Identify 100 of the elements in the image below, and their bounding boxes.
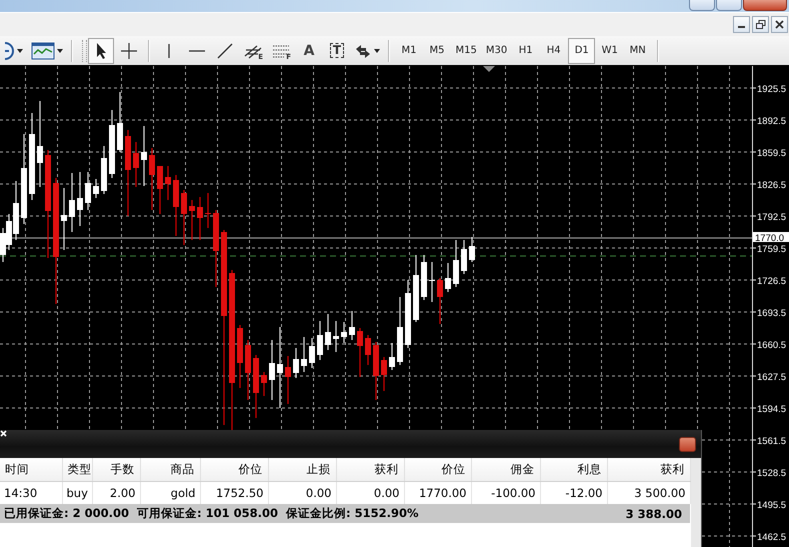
candlestick xyxy=(117,92,123,152)
candlestick xyxy=(437,278,443,324)
candlestick xyxy=(69,172,75,232)
column-header[interactable]: 时间 xyxy=(0,458,62,482)
candlestick xyxy=(445,262,451,292)
candlestick xyxy=(317,320,323,360)
column-header[interactable]: 手数 xyxy=(92,458,140,482)
current-price-label: 1770.0 xyxy=(755,233,784,244)
candlestick xyxy=(261,372,267,396)
column-header[interactable]: 获利 xyxy=(607,458,690,482)
candlestick xyxy=(133,142,139,188)
zoom-icon xyxy=(5,42,15,60)
candlestick xyxy=(309,338,315,368)
candlestick xyxy=(285,356,291,404)
candlestick xyxy=(357,328,363,378)
price-label: 1495.5 xyxy=(757,500,786,511)
restore-icon xyxy=(756,20,766,29)
column-header[interactable]: 获利 xyxy=(336,458,404,482)
close-icon xyxy=(0,430,7,437)
column-header[interactable]: 商品 xyxy=(140,458,200,482)
cursor-icon xyxy=(95,42,107,60)
candlestick xyxy=(245,340,251,400)
candlestick xyxy=(405,280,411,348)
column-header[interactable]: 利息 xyxy=(540,458,607,482)
candlestick xyxy=(181,190,187,246)
candlestick xyxy=(205,192,211,228)
timeframe-button[interactable]: MN xyxy=(624,38,652,64)
vertical-line-icon xyxy=(167,42,171,58)
price-label: 1759.5 xyxy=(757,244,786,255)
candlestick xyxy=(101,146,107,194)
candlestick xyxy=(197,196,203,240)
price-label: 1627.5 xyxy=(757,372,786,383)
column-header[interactable]: 止损 xyxy=(268,458,336,482)
candlestick xyxy=(269,340,275,400)
timeframe-button[interactable]: M5 xyxy=(424,38,450,64)
column-header[interactable]: 类型 xyxy=(62,458,92,482)
candlestick xyxy=(341,322,347,344)
candlestick xyxy=(109,110,115,178)
price-label: 1925.5 xyxy=(757,84,786,95)
candlestick xyxy=(373,342,379,400)
channel-icon xyxy=(244,42,262,58)
price-label: 1693.5 xyxy=(757,308,786,319)
candlestick xyxy=(381,356,387,392)
candlestick xyxy=(349,310,355,340)
trend-line-icon xyxy=(217,42,233,58)
candlestick xyxy=(453,240,459,288)
candlestick xyxy=(173,174,179,236)
timeframe-button[interactable]: M1 xyxy=(396,38,422,64)
candlestick xyxy=(93,178,99,198)
candlestick xyxy=(149,148,155,210)
restore-button[interactable] xyxy=(752,16,769,33)
price-label: 1561.5 xyxy=(757,436,786,447)
total-profit: 3 388.00 xyxy=(626,506,682,520)
candlestick xyxy=(413,254,419,322)
timeframe-button[interactable]: M15 xyxy=(452,38,481,64)
price-label: 1859.5 xyxy=(757,148,786,159)
text-tool-button[interactable]: A xyxy=(296,38,322,64)
candlestick xyxy=(293,348,299,378)
candlestick xyxy=(165,166,171,200)
timeframe-button[interactable]: D1 xyxy=(568,38,596,64)
price-label: 1594.5 xyxy=(757,404,786,415)
candlestick xyxy=(365,334,371,366)
price-label: 1660.5 xyxy=(757,340,786,351)
candlestick xyxy=(61,188,67,250)
timeframe-button[interactable]: M30 xyxy=(482,38,512,64)
candlestick xyxy=(157,166,163,214)
candlestick xyxy=(253,354,259,418)
arrows-icon xyxy=(354,42,372,58)
timeframe-button[interactable]: W1 xyxy=(596,38,624,64)
candlestick xyxy=(389,342,395,370)
candlestick xyxy=(421,254,427,300)
price-label: 1892.5 xyxy=(757,116,786,127)
candlestick xyxy=(397,296,403,366)
fibonacci-icon xyxy=(272,44,290,58)
cursor-tool-button[interactable] xyxy=(88,38,114,64)
price-label: 1826.5 xyxy=(757,180,786,191)
candlestick xyxy=(85,172,91,210)
column-header[interactable]: 价位 xyxy=(404,458,471,482)
timeframe-button[interactable]: H1 xyxy=(512,38,540,64)
crosshair-icon xyxy=(121,42,137,58)
price-label: 1462.5 xyxy=(757,532,786,543)
column-header[interactable]: 佣金 xyxy=(471,458,540,482)
candlestick xyxy=(461,240,467,274)
close-icon xyxy=(775,20,784,29)
candlestick xyxy=(141,126,147,186)
timeframe-button[interactable]: H4 xyxy=(540,38,568,64)
column-header[interactable]: 价位 xyxy=(200,458,268,482)
candlestick xyxy=(469,236,475,262)
candlestick xyxy=(333,320,339,352)
textlabel-tool-button[interactable]: T xyxy=(324,38,350,64)
horizontal-line-icon xyxy=(189,48,205,52)
close-button[interactable] xyxy=(771,16,788,33)
price-label: 1726.5 xyxy=(757,276,786,287)
candlestick xyxy=(325,314,331,350)
margin-summary: 已用保证金: 2 000.00 可用保证金: 101 058.00 保证金比例: 5152.90% xyxy=(4,506,418,521)
price-label: 1792.5 xyxy=(757,212,786,223)
candlestick xyxy=(429,262,435,302)
candlestick xyxy=(301,336,307,372)
candlestick xyxy=(189,200,195,240)
candlestick xyxy=(237,324,243,388)
